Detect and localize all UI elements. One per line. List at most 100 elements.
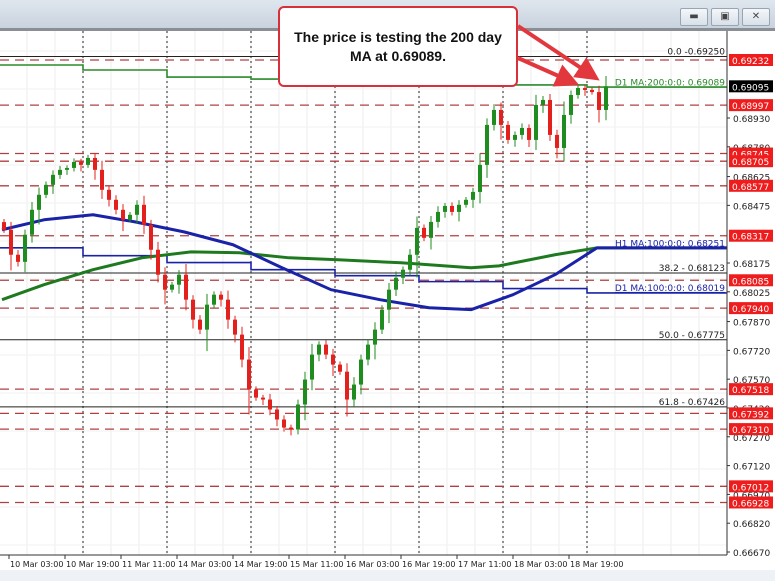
- candle-body: [499, 109, 503, 125]
- candle-body: [590, 89, 594, 93]
- candle-body: [583, 88, 587, 90]
- candle-body: [226, 299, 230, 320]
- fib-label: 61.8 - 0.67426: [659, 398, 725, 408]
- candle-body: [555, 134, 559, 148]
- level-price-label: 0.67392: [732, 410, 769, 420]
- candle-body: [261, 397, 265, 400]
- candle-body: [513, 134, 517, 140]
- d1-ma100-label: D1 MA:100:0:0: 0.68019: [615, 284, 725, 294]
- price-chart: 0.0 -0.69250 38.2 - 0.68123 50.0 - 0.67775…: [0, 31, 775, 570]
- candle-body: [212, 294, 216, 305]
- y-tick-label: 0.67120: [733, 463, 770, 473]
- candle-body: [23, 234, 27, 262]
- x-tick-label: 17 Mar 11:00: [458, 560, 511, 569]
- candle-body: [135, 204, 139, 215]
- level-price-label: 0.68705: [732, 158, 769, 168]
- candle-body: [359, 359, 363, 385]
- level-price-label: 0.68997: [732, 102, 769, 112]
- candle-body: [352, 384, 356, 400]
- candle-body: [268, 399, 272, 410]
- candle-body: [100, 169, 104, 190]
- y-tick-label: 0.67720: [733, 347, 770, 357]
- level-price-label: 0.69232: [732, 57, 769, 67]
- candle-body: [86, 157, 90, 165]
- annotation-callout: The price is testing the 200 day MA at 0…: [278, 6, 518, 87]
- y-tick-label: 0.68475: [733, 202, 770, 212]
- candle-body: [233, 319, 237, 335]
- candle-body: [254, 389, 258, 398]
- candle-body: [128, 214, 132, 220]
- candle-body: [58, 169, 62, 175]
- x-tick-label: 15 Mar 11:00: [290, 560, 343, 569]
- x-tick-label: 10 Mar 03:00: [10, 560, 63, 569]
- candle-body: [485, 124, 489, 165]
- y-tick-label: 0.67870: [733, 319, 770, 329]
- fib-label: 38.2 - 0.68123: [659, 264, 725, 274]
- level-price-label: 0.68317: [732, 233, 769, 243]
- candle-body: [562, 114, 566, 148]
- candle-body: [366, 344, 370, 360]
- candle-body: [387, 289, 391, 310]
- fib-label: 0.0 -0.69250: [667, 48, 725, 58]
- candle-body: [170, 284, 174, 290]
- candle-body: [394, 277, 398, 290]
- annotation-text: The price is testing the 200 day MA at 0…: [294, 28, 502, 64]
- candle-body: [44, 184, 48, 195]
- candle-body: [184, 274, 188, 300]
- candle-body: [16, 254, 20, 262]
- candle-body: [324, 344, 328, 355]
- x-tick-label: 18 Mar 19:00: [570, 560, 623, 569]
- candle-body: [9, 229, 13, 255]
- candle-body: [191, 299, 195, 320]
- candle-body: [604, 86, 608, 110]
- candle-body: [597, 92, 601, 110]
- candle-body: [506, 124, 510, 140]
- candle-body: [121, 209, 125, 220]
- x-tick-label: 14 Mar 19:00: [234, 560, 287, 569]
- level-price-label: 0.67012: [732, 483, 769, 493]
- x-tick-label: 18 Mar 03:00: [514, 560, 567, 569]
- candle-body: [457, 204, 461, 212]
- candle-body: [527, 127, 531, 140]
- y-tick-label: 0.66670: [733, 549, 770, 559]
- candle-body: [107, 189, 111, 200]
- candle-body: [79, 161, 83, 165]
- fib-label: 50.0 - 0.67775: [659, 331, 725, 341]
- candle-body: [541, 99, 545, 105]
- x-tick-label: 14 Mar 03:00: [178, 560, 231, 569]
- candle-body: [415, 227, 419, 255]
- level-price-label: 0.68085: [732, 277, 769, 287]
- candle-body: [205, 304, 209, 330]
- candle-body: [51, 174, 55, 185]
- candle-body: [331, 354, 335, 365]
- candle-body: [534, 104, 538, 140]
- candle-body: [422, 227, 426, 238]
- candle-body: [114, 199, 118, 210]
- candle-body: [401, 269, 405, 278]
- candle-body: [142, 204, 146, 225]
- candle-body: [198, 319, 202, 330]
- candle-body: [310, 354, 314, 380]
- candle-body: [520, 127, 524, 135]
- candle-body: [37, 194, 41, 210]
- level-price-label: 0.67940: [732, 305, 769, 315]
- candle-body: [338, 364, 342, 372]
- candle-body: [282, 419, 286, 428]
- candle-body: [65, 167, 69, 170]
- level-price-label: 0.68577: [732, 183, 769, 193]
- y-tick-label: 0.68930: [733, 115, 770, 125]
- candle-body: [576, 88, 580, 95]
- h1-ma100-label: H1 MA:100:0:0: 0.68251: [615, 239, 725, 249]
- candle-body: [492, 109, 496, 125]
- candle-body: [296, 404, 300, 430]
- candle-body: [240, 334, 244, 360]
- candle-body: [149, 224, 153, 250]
- d1-ma200-label: D1 MA:200:0:0: 0.69089: [615, 78, 725, 88]
- candle-body: [93, 157, 97, 170]
- candle-body: [317, 344, 321, 355]
- candle-body: [345, 371, 349, 400]
- candle-body: [380, 309, 384, 330]
- x-tick-label: 10 Mar 19:00: [66, 560, 119, 569]
- x-tick-label: 16 Mar 19:00: [402, 560, 455, 569]
- candle-body: [303, 379, 307, 405]
